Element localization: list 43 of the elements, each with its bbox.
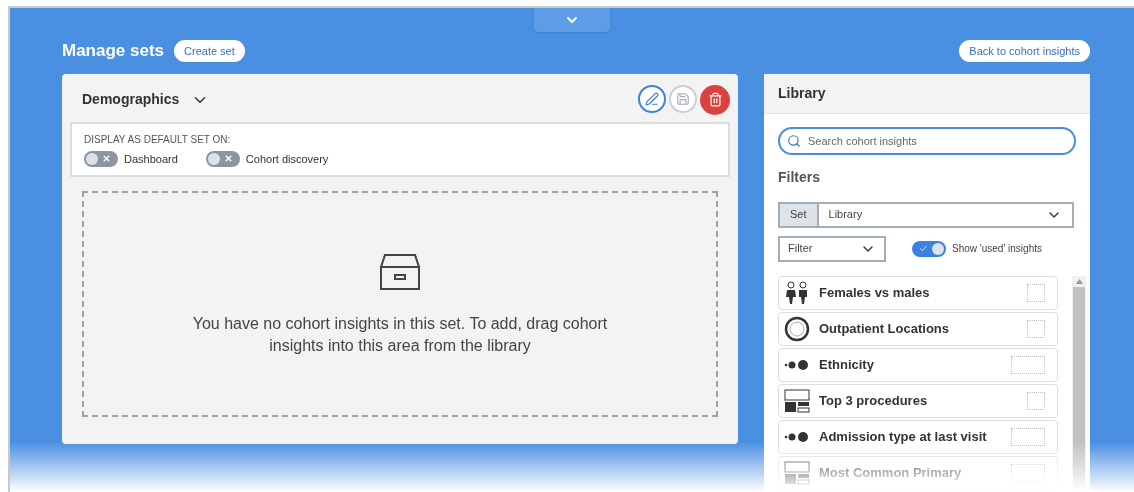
edit-button[interactable] xyxy=(638,84,666,113)
save-button[interactable] xyxy=(669,84,697,113)
set-label: Set xyxy=(780,203,819,226)
scroll-up-arrow-icon[interactable] xyxy=(1075,278,1083,284)
insight-item[interactable]: Females vs males xyxy=(778,275,1058,310)
back-button[interactable]: Back to cohort insights xyxy=(959,39,1090,62)
filters-title: Filters xyxy=(778,167,821,187)
toggle-label: Dashboard xyxy=(124,151,178,167)
toggle-switch[interactable] xyxy=(84,150,118,167)
dots-icon xyxy=(784,429,810,444)
empty-message: You have no cohort insights in this set. To add, drag cohort insights into this area from the library xyxy=(191,314,609,356)
insight-item[interactable]: Top 3 procedures xyxy=(778,383,1058,418)
x-icon xyxy=(223,154,233,164)
insight-item[interactable]: Ethnicity xyxy=(778,347,1058,382)
archive-box-icon xyxy=(379,251,421,293)
scrollbar[interactable] xyxy=(1072,275,1086,492)
toggle-switch[interactable] xyxy=(205,150,240,167)
set-select[interactable]: Set Library xyxy=(778,201,1074,228)
toggle-label: Show 'used' insights xyxy=(952,242,1042,256)
insight-item[interactable]: Outpatient Locations xyxy=(778,311,1058,346)
x-icon xyxy=(102,154,111,164)
toggle-label: Cohort discovery xyxy=(245,151,329,167)
trash-icon xyxy=(707,92,723,107)
grid-layout-icon xyxy=(784,460,810,485)
create-set-button[interactable]: Create set xyxy=(174,39,245,62)
dots-icon xyxy=(784,357,810,372)
search-icon xyxy=(787,133,801,148)
people-icon xyxy=(784,280,810,305)
pen-icon xyxy=(645,91,659,106)
set-value: Library xyxy=(828,207,863,223)
toggle-switch[interactable] xyxy=(912,240,946,257)
search-field[interactable]: Search cohort insights xyxy=(778,126,1076,155)
grid-layout-icon xyxy=(784,388,810,413)
library-title: Library xyxy=(778,83,826,103)
default-set-label: DISPLAY AS DEFAULT SET ON: xyxy=(84,132,232,147)
donut-chart-icon xyxy=(784,315,810,342)
page-title: Manage sets xyxy=(62,40,165,62)
set-name: Demographics xyxy=(82,90,180,109)
filter-select[interactable]: Filter xyxy=(778,235,886,262)
check-icon xyxy=(919,244,928,253)
filter-value: Filter xyxy=(788,241,813,257)
delete-button[interactable] xyxy=(700,84,730,115)
insight-item[interactable]: Admission type at last visit xyxy=(778,419,1058,454)
